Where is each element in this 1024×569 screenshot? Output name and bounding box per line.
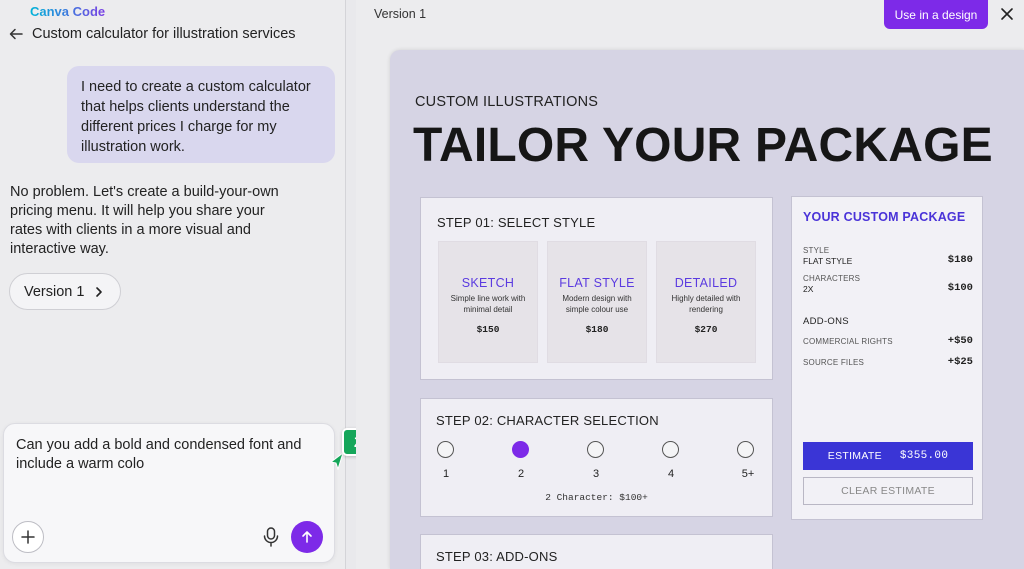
add-attachment-button[interactable] [12,521,44,553]
style-option-name: FLAT STYLE [559,276,635,290]
chevron-right-icon [96,286,103,297]
step-character-title: STEP 02: CHARACTER SELECTION [436,413,659,428]
style-option-desc: Simple line work with minimal detail [450,294,526,314]
preview-canvas: CUSTOM ILLUSTRATIONS TAILOR YOUR PACKAGE… [390,50,1024,569]
character-radio-2[interactable] [512,441,529,458]
back-arrow-icon[interactable] [8,26,24,42]
character-radio-5plus[interactable] [737,441,754,458]
summary-characters-key: CHARACTERS [803,274,861,283]
chat-header: Custom calculator for illustration servi… [8,26,296,42]
character-label: 3 [592,468,600,480]
summary-addon-name: COMMERCIAL RIGHTS [803,337,893,346]
message-composer[interactable]: Can you add a bold and condensed font an… [3,423,335,563]
summary-title: YOUR CUSTOM PACKAGE [803,210,966,224]
summary-addons-label: ADD-ONS [803,316,849,327]
summary-characters-price: $100 [947,282,973,294]
style-option-name: SKETCH [461,276,515,290]
composer-input[interactable]: Can you add a bold and condensed font an… [16,436,316,474]
preview-version-label: Version 1 [374,7,427,21]
version-button-label: Version 1 [24,283,85,300]
character-label: 2 [517,468,525,480]
character-label: 5+ [741,468,755,480]
character-radio-3[interactable] [587,441,604,458]
summary-addon-name: SOURCE FILES [803,358,865,367]
page-title: TAILOR YOUR PACKAGE [413,119,993,172]
estimate-amount: $355.00 [899,450,949,462]
send-button[interactable] [291,521,323,553]
package-summary: YOUR CUSTOM PACKAGE STYLE FLAT STYLE $18… [791,196,983,520]
estimate-button[interactable]: ESTIMATE $355.00 [803,442,973,470]
step-style-title: STEP 01: SELECT STYLE [437,215,596,230]
character-radio-1[interactable] [437,441,454,458]
summary-addon-price: +$25 [947,356,973,368]
style-option-flat[interactable]: FLAT STYLE Modern design with simple col… [547,241,647,363]
assistant-message: No problem. Let's create a build-your-ow… [10,184,279,257]
estimate-label: ESTIMATE [827,450,882,462]
collaborator-cursor-icon [329,452,344,470]
preview-topbar: Version 1 Use in a design [356,0,1024,32]
character-note: 2 Character: $100+ [545,492,648,503]
summary-style-row: STYLE FLAT STYLE $180 [803,246,973,266]
close-icon[interactable] [999,6,1015,22]
version-button[interactable]: Version 1 [9,273,121,310]
arrow-up-icon [302,531,312,543]
plus-icon [21,530,35,544]
style-option-price: $180 [585,324,609,335]
summary-addon-price: +$50 [947,335,973,347]
summary-characters-value: 2X [803,284,814,294]
summary-addon-row: SOURCE FILES +$25 [803,356,973,368]
preview-panel: Version 1 Use in a design CUSTOM ILLUSTR… [356,0,1024,569]
chat-title: Custom calculator for illustration servi… [32,26,296,42]
chat-panel: Canva Code Custom calculator for illustr… [0,0,346,569]
summary-style-price: $180 [947,254,973,266]
eyebrow-text: CUSTOM ILLUSTRATIONS [415,94,599,110]
use-in-design-button[interactable]: Use in a design [884,0,988,29]
style-option-price: $150 [476,324,500,335]
style-option-name: DETAILED [674,276,738,290]
character-radio-4[interactable] [662,441,679,458]
step-addons-title: STEP 03: ADD-ONS [436,549,558,564]
step-style-card: STEP 01: SELECT STYLE SKETCH Simple line… [420,197,773,380]
character-label: 4 [667,468,675,480]
style-option-detailed[interactable]: DETAILED Highly detailed with rendering … [656,241,756,363]
step-character-card: STEP 02: CHARACTER SELECTION 1 2 3 4 5+ … [420,398,773,517]
summary-characters-row: CHARACTERS 2X $100 [803,274,973,294]
brand-logo: Canva Code [30,4,106,19]
user-message: I need to create a custom calculator tha… [67,66,335,163]
summary-style-value: FLAT STYLE [803,256,853,266]
style-option-price: $270 [694,324,718,335]
step-addons-card: STEP 03: ADD-ONS [420,534,773,569]
summary-style-key: STYLE [803,246,830,255]
style-option-desc: Highly detailed with rendering [671,294,741,314]
style-option-sketch[interactable]: SKETCH Simple line work with minimal det… [438,241,538,363]
style-option-desc: Modern design with simple colour use [562,294,632,314]
microphone-icon[interactable] [260,525,282,549]
summary-addon-row: COMMERCIAL RIGHTS +$50 [803,335,973,347]
character-label: 1 [442,468,450,480]
clear-estimate-button[interactable]: CLEAR ESTIMATE [803,477,973,505]
